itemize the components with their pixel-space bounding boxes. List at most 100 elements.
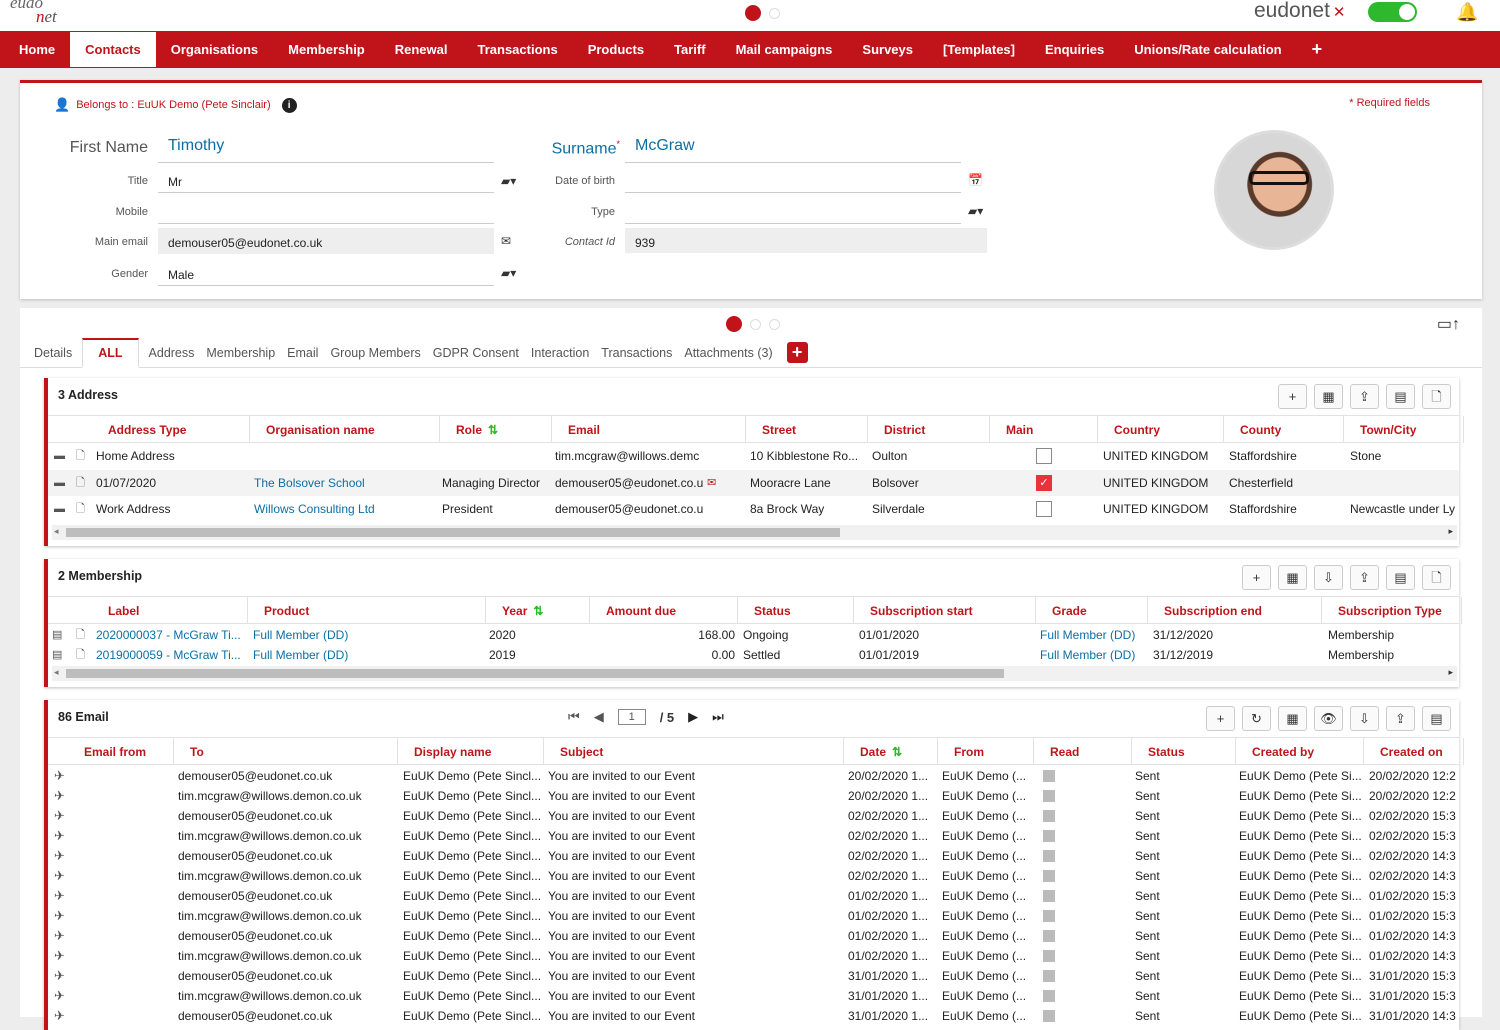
column-header-subscription-start[interactable]: Subscription start bbox=[854, 597, 1036, 624]
column-header-product[interactable]: Product bbox=[248, 597, 486, 624]
export-icon[interactable]: ⇪ bbox=[1350, 384, 1379, 409]
folder-icon[interactable]: ▰▾ bbox=[501, 174, 516, 188]
scroll-left-icon[interactable]: ◂ bbox=[54, 526, 59, 537]
table-row[interactable]: ✈ demouser05@eudonet.co.uk EuUK Demo (Pete… bbox=[48, 886, 1459, 906]
cell-org[interactable]: The Bolsover School bbox=[254, 470, 439, 496]
page-dot[interactable] bbox=[769, 7, 780, 19]
nav-item-enquiries[interactable]: Enquiries bbox=[1030, 31, 1119, 68]
column-header-amount-due[interactable]: Amount due bbox=[590, 597, 738, 624]
column-header-town-city[interactable]: Town/City bbox=[1344, 416, 1464, 443]
table-row[interactable]: ▬ 🗋 Home Address tim.mcgraw@willows.demc 10 … bbox=[48, 443, 1459, 469]
tab-address[interactable]: Address bbox=[143, 346, 201, 367]
nav-item--templates-[interactable]: [Templates] bbox=[928, 31, 1030, 68]
column-header-read[interactable]: Read bbox=[1034, 738, 1132, 765]
table-row[interactable]: ✈ demouser05@eudonet.co.uk EuUK Demo (Pete… bbox=[48, 766, 1459, 786]
table-row[interactable]: ✈ tim.mcgraw@willows.demon.co.uk EuUK Demo… bbox=[48, 826, 1459, 846]
send-icon[interactable]: ✈ bbox=[54, 906, 65, 926]
belongs-to-text[interactable]: Belongs to : EuUK Demo (Pete Sinclair) bbox=[76, 99, 270, 111]
scroll-thumb[interactable] bbox=[66, 528, 840, 537]
table-icon[interactable]: ▦ bbox=[1314, 384, 1343, 409]
page-dot-active[interactable] bbox=[745, 5, 761, 21]
document-icon[interactable]: 🗋 bbox=[1422, 384, 1451, 409]
tab-group-members[interactable]: Group Members bbox=[324, 346, 426, 367]
word-icon[interactable]: ▤ bbox=[1422, 706, 1451, 731]
dob-field[interactable] bbox=[625, 167, 961, 193]
refresh-icon[interactable]: ↻ bbox=[1242, 706, 1271, 731]
cell-label[interactable]: 2020000037 - McGraw Ti... bbox=[96, 625, 246, 645]
column-header-from[interactable]: From bbox=[938, 738, 1034, 765]
table-row[interactable]: ✈ demouser05@eudonet.co.uk EuUK Demo (Pete… bbox=[48, 846, 1459, 866]
tab-details[interactable]: Details bbox=[28, 346, 78, 367]
sort-icon[interactable]: ⇅ bbox=[533, 604, 543, 618]
cell-product[interactable]: Full Member (DD) bbox=[253, 625, 403, 645]
add-icon[interactable]: + bbox=[1242, 565, 1271, 590]
section-dot[interactable] bbox=[769, 318, 780, 330]
table-row[interactable]: ✈ tim.mcgraw@willows.demon.co.uk EuUK Demo… bbox=[48, 906, 1459, 926]
send-icon[interactable]: ✈ bbox=[54, 926, 65, 946]
mode-toggle[interactable] bbox=[1368, 2, 1417, 22]
type-field[interactable] bbox=[625, 198, 961, 224]
document-icon[interactable]: 🗋 bbox=[76, 496, 85, 522]
column-header-status[interactable]: Status bbox=[738, 597, 854, 624]
gender-field[interactable]: Male bbox=[158, 260, 494, 286]
section-dot-active[interactable] bbox=[726, 316, 742, 332]
info-icon[interactable]: i bbox=[281, 97, 297, 113]
nav-item-membership[interactable]: Membership bbox=[273, 31, 380, 68]
table-row[interactable]: ✈ demouser05@eudonet.co.uk EuUK Demo (Pete… bbox=[48, 926, 1459, 946]
table-row[interactable]: ✈ demouser05@eudonet.co.uk EuUK Demo (Pete… bbox=[48, 806, 1459, 826]
export-icon[interactable]: ⇪ bbox=[1350, 565, 1379, 590]
word-icon[interactable]: ▤ bbox=[1386, 384, 1415, 409]
sort-icon[interactable]: ⇅ bbox=[892, 745, 902, 759]
table-row[interactable]: ✈ tim.mcgraw@willows.demon.co.uk EuUK Demo… bbox=[48, 946, 1459, 966]
column-header-date[interactable]: Date ⇅ bbox=[844, 738, 938, 765]
column-header-street[interactable]: Street bbox=[746, 416, 868, 443]
main-checkbox[interactable]: ✓ bbox=[1036, 474, 1052, 491]
cell-org[interactable]: Willows Consulting Ltd bbox=[254, 496, 439, 522]
table-row[interactable]: ✈ tim.mcgraw@willows.demon.co.uk EuUK Demo… bbox=[48, 866, 1459, 886]
bell-icon[interactable]: 🔔 bbox=[1456, 2, 1478, 23]
column-header-to[interactable]: To bbox=[174, 738, 398, 765]
folder-icon[interactable]: ▰▾ bbox=[968, 204, 983, 218]
nav-item-mail-campaigns[interactable]: Mail campaigns bbox=[721, 31, 848, 68]
first-name-field[interactable]: Timothy bbox=[158, 133, 494, 163]
card-icon[interactable]: ▬ bbox=[54, 496, 65, 522]
prev-page-icon[interactable]: ◀ bbox=[594, 709, 604, 725]
column-header-county[interactable]: County bbox=[1224, 416, 1344, 443]
nav-item-home[interactable]: Home bbox=[4, 31, 70, 68]
main-checkbox[interactable] bbox=[1036, 448, 1052, 464]
column-header-label[interactable]: Label bbox=[92, 597, 248, 624]
contact-photo[interactable] bbox=[1214, 130, 1334, 250]
sort-icon[interactable]: ⇅ bbox=[488, 423, 498, 437]
add-icon[interactable]: + bbox=[1278, 384, 1307, 409]
column-header-created-on[interactable]: Created on bbox=[1364, 738, 1464, 765]
table-icon[interactable]: ▦ bbox=[1278, 565, 1307, 590]
cell-product[interactable]: Full Member (DD) bbox=[253, 645, 403, 665]
send-icon[interactable]: ✈ bbox=[54, 866, 65, 886]
document-icon[interactable]: 🗋 bbox=[76, 443, 85, 469]
card-icon[interactable]: ▤ bbox=[52, 625, 62, 645]
document-icon[interactable]: 🗋 bbox=[1422, 565, 1451, 590]
table-row[interactable]: ▬ 🗋 Work Address Willows Consulting Ltd Pres… bbox=[48, 496, 1459, 522]
send-icon[interactable]: ✈ bbox=[54, 826, 65, 846]
nav-item-unions-rate-calculation[interactable]: Unions/Rate calculation bbox=[1119, 31, 1296, 68]
send-icon[interactable]: ✈ bbox=[54, 946, 65, 966]
table-row[interactable]: ▬ 🗋 01/07/2020 The Bolsover School Managing … bbox=[48, 469, 1459, 496]
folder-icon[interactable]: ▰▾ bbox=[501, 266, 516, 280]
eudonet-logo[interactable]: eudo net bbox=[10, 0, 57, 25]
nav-item-transactions[interactable]: Transactions bbox=[463, 31, 573, 68]
table-row[interactable]: ✈ demouser05@eudonet.co.uk EuUK Demo (Pete… bbox=[48, 966, 1459, 986]
tab-interaction[interactable]: Interaction bbox=[525, 346, 595, 367]
nav-item-surveys[interactable]: Surveys bbox=[847, 31, 928, 68]
scroll-left-icon[interactable]: ◂ bbox=[54, 667, 59, 678]
send-icon[interactable]: ✈ bbox=[54, 786, 65, 806]
scroll-thumb[interactable] bbox=[66, 669, 1004, 678]
send-icon[interactable]: ✈ bbox=[54, 886, 65, 906]
column-header-display-name[interactable]: Display name bbox=[398, 738, 544, 765]
import-icon[interactable]: ⇩ bbox=[1350, 706, 1379, 731]
column-header-created-by[interactable]: Created by bbox=[1236, 738, 1364, 765]
next-page-icon[interactable]: ▶ bbox=[688, 709, 698, 725]
cell-grade[interactable]: Full Member (DD) bbox=[1040, 625, 1148, 645]
scroll-right-icon[interactable]: ▸ bbox=[1448, 526, 1453, 537]
column-header-subject[interactable]: Subject bbox=[544, 738, 844, 765]
column-header-role[interactable]: Role ⇅ bbox=[440, 416, 552, 443]
